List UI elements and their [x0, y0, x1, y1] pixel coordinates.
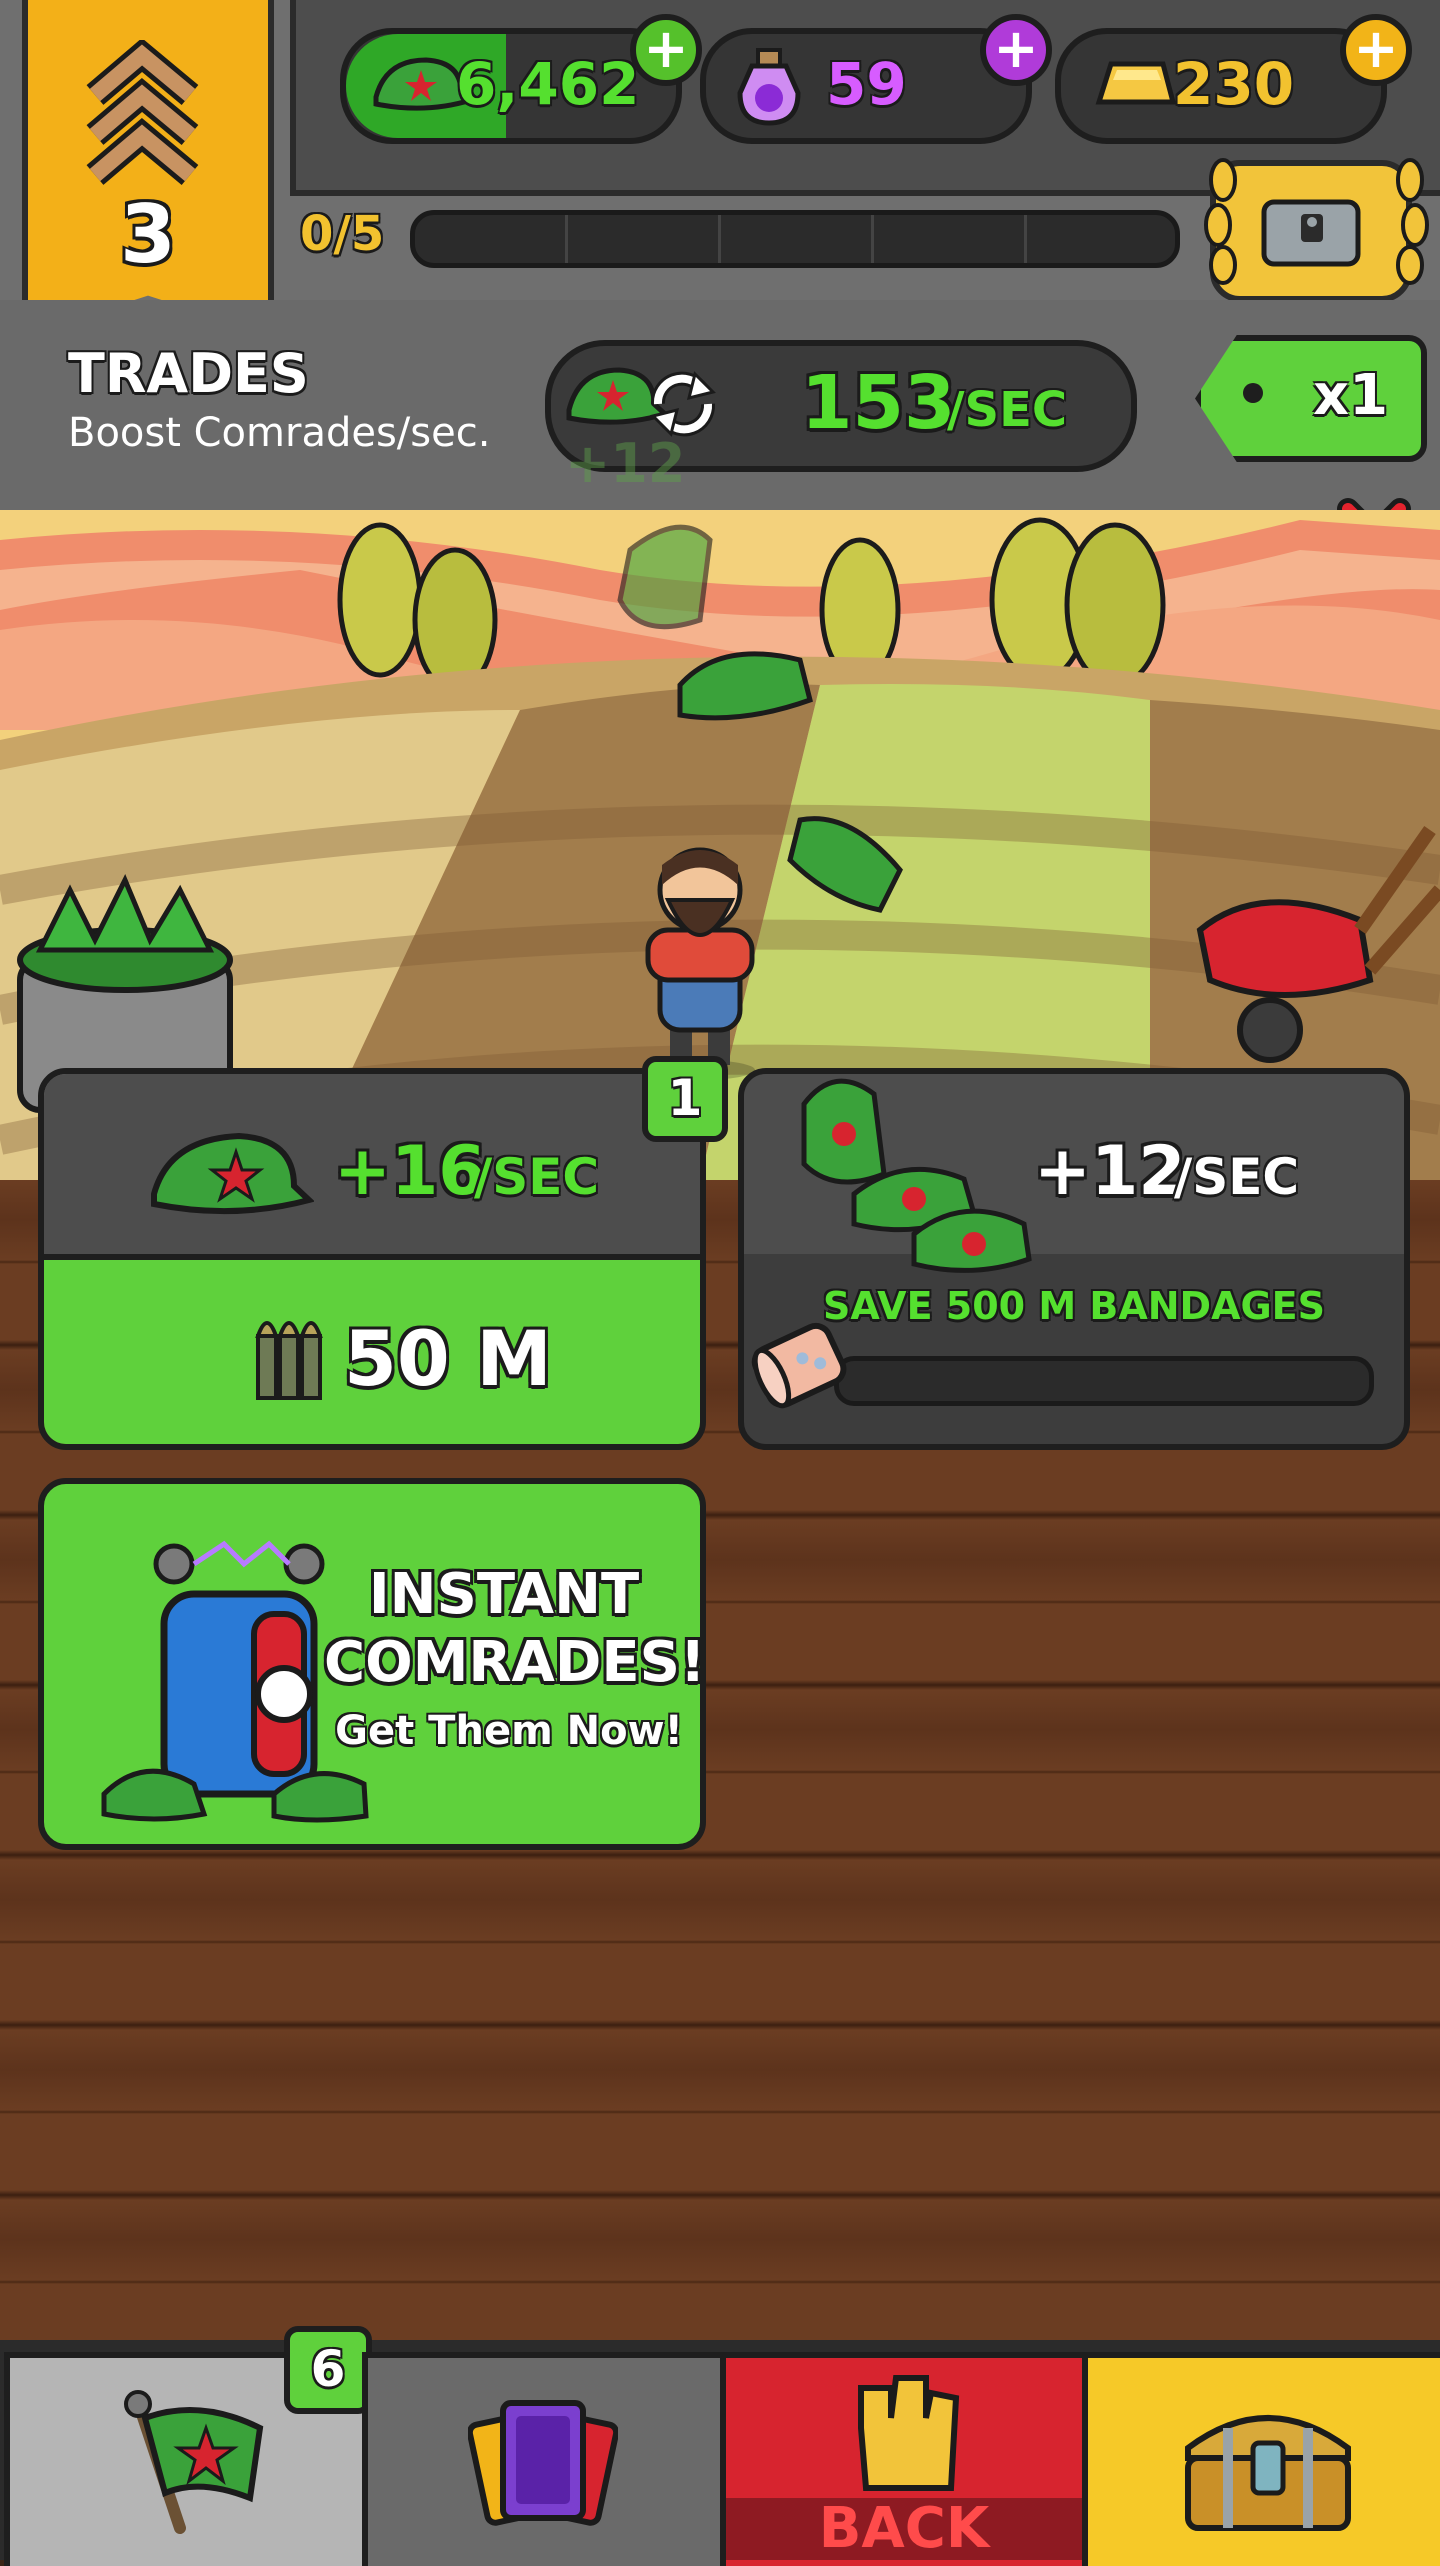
gold-bar-icon [1095, 61, 1176, 105]
add-gold-button[interactable]: + [1340, 14, 1412, 86]
trades-subtitle: Boost Comrades/sec. [68, 410, 491, 456]
upgrade-card[interactable]: +16 /SEC 50 M [38, 1068, 706, 1450]
purple-potion-icon [737, 48, 801, 126]
laurel-right-icon [1396, 158, 1429, 285]
bandages-rate-unit: /SEC [1174, 1148, 1300, 1206]
gold-counter[interactable]: 230 [1055, 28, 1387, 144]
potion-value: 59 [826, 50, 907, 118]
multiplier-label: x1 [1313, 363, 1389, 428]
caps-pile-icon [801, 1078, 1032, 1273]
cards-tab[interactable] [362, 2352, 726, 2566]
bandage-roll-icon [751, 1322, 847, 1409]
green-cap-icon [151, 1132, 314, 1215]
multiplier-tag-button[interactable]: x1 [1195, 335, 1427, 462]
comrades-value: 6,462 [456, 50, 640, 118]
chest-tab[interactable] [1082, 2352, 1440, 2566]
gold-value: 230 [1173, 50, 1295, 118]
trades-title: TRADES [68, 342, 309, 405]
rank-level: 3 [120, 188, 176, 281]
upgrade-cost: 50 M [344, 1314, 552, 1403]
rank-progress-bar [410, 210, 1180, 268]
back-button[interactable]: BACK [720, 2352, 1088, 2566]
locked-chest-button[interactable] [1210, 160, 1412, 302]
buy-upgrade-button[interactable]: 50 M [44, 1254, 700, 1444]
rate-unit: /SEC [947, 382, 1068, 438]
chevron-rank-icon [86, 40, 199, 185]
rate-value: 153 [801, 360, 956, 446]
instant-subtitle: Get Them Now! [335, 1708, 683, 1754]
flag-tab-badge: 6 [284, 2326, 372, 2414]
treasure-chest-icon [1185, 2415, 1351, 2531]
instant-title-line2: COMRADES! [324, 1630, 706, 1695]
cards-icon [468, 2400, 618, 2526]
locked-chest-icon [1261, 199, 1361, 267]
floating-gain-text: +12 [565, 432, 686, 495]
upgrade-badge: 1 [642, 1056, 728, 1142]
laurel-left-icon [1204, 158, 1237, 285]
flag-icon [124, 2390, 264, 2534]
upgrade-rate-value: +16 [334, 1132, 486, 1211]
fist-icon [858, 2375, 960, 2491]
refresh-icon [650, 371, 716, 437]
add-comrades-button[interactable]: + [630, 14, 702, 86]
bandages-rate-value: +12 [1034, 1132, 1186, 1211]
upgrade-rate-unit: /SEC [474, 1148, 600, 1206]
bandages-progress-bar [834, 1356, 1374, 1406]
back-label: BACK [818, 2496, 990, 2561]
add-potions-button[interactable]: + [980, 14, 1052, 86]
instant-title-line1: INSTANT [368, 1562, 640, 1627]
ammo-icon [255, 1321, 323, 1400]
instant-comrades-card[interactable]: INSTANT COMRADES! Get Them Now! [38, 1478, 706, 1850]
rank-progress-text: 0/5 [300, 206, 385, 262]
